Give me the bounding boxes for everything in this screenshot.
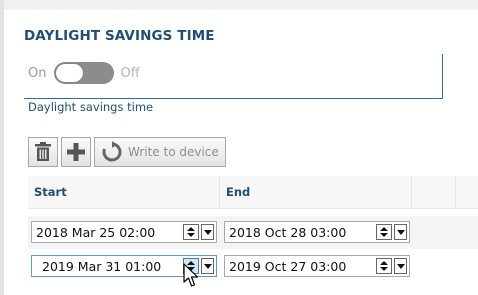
end-datetime-picker[interactable]: 2018 Oct 28 03:00 [224, 221, 410, 243]
toggle-caption: Daylight savings time [28, 100, 154, 114]
window-top-edge [0, 0, 478, 10]
end-datetime-picker[interactable]: 2019 Oct 27 03:00 [224, 255, 410, 277]
end-datetime-value[interactable]: 2018 Oct 28 03:00 [225, 225, 376, 240]
toolbar: Write to device [28, 137, 229, 167]
toggle-knob[interactable] [56, 64, 84, 82]
dropdown-arrow-icon[interactable] [394, 258, 407, 274]
start-datetime-picker[interactable]: 2018 Mar 25 02:00 [31, 221, 217, 243]
add-button[interactable] [61, 137, 91, 167]
trash-icon [35, 142, 51, 161]
spin-updown-icon[interactable] [183, 224, 199, 240]
daylight-savings-toggle[interactable]: On Off [28, 61, 140, 85]
toggle-switch[interactable] [54, 62, 115, 84]
mouse-pointer-icon [183, 263, 199, 287]
section-title: DAYLIGHT SAVINGS TIME [24, 28, 215, 44]
table-header: Start End [28, 176, 478, 209]
write-to-device-label: Write to device [128, 145, 219, 159]
start-datetime-value[interactable]: 2018 Mar 25 02:00 [32, 225, 183, 240]
end-datetime-value[interactable]: 2019 Oct 27 03:00 [225, 259, 376, 274]
plus-icon [67, 143, 85, 161]
column-header-empty [412, 176, 456, 208]
dropdown-arrow-icon[interactable] [394, 224, 407, 240]
table-row[interactable]: 2018 Mar 25 02:00 2018 Oct 28 03:00 [28, 216, 478, 249]
sync-icon [102, 141, 122, 162]
table-row[interactable]: 2019 Mar 31 01:00 2019 Oct 27 03:00 [28, 250, 478, 283]
toggle-off-label: Off [120, 65, 140, 81]
write-to-device-button[interactable]: Write to device [94, 137, 226, 167]
column-header-end[interactable]: End [220, 176, 412, 208]
toggle-on-label: On [28, 65, 47, 81]
delete-button[interactable] [28, 137, 58, 167]
column-header-start[interactable]: Start [28, 176, 220, 208]
spin-updown-icon[interactable] [376, 224, 392, 240]
start-datetime-value[interactable]: 2019 Mar 31 01:00 [32, 259, 183, 274]
dropdown-arrow-icon[interactable] [201, 258, 214, 274]
spin-updown-icon[interactable] [376, 258, 392, 274]
dropdown-arrow-icon[interactable] [201, 224, 214, 240]
